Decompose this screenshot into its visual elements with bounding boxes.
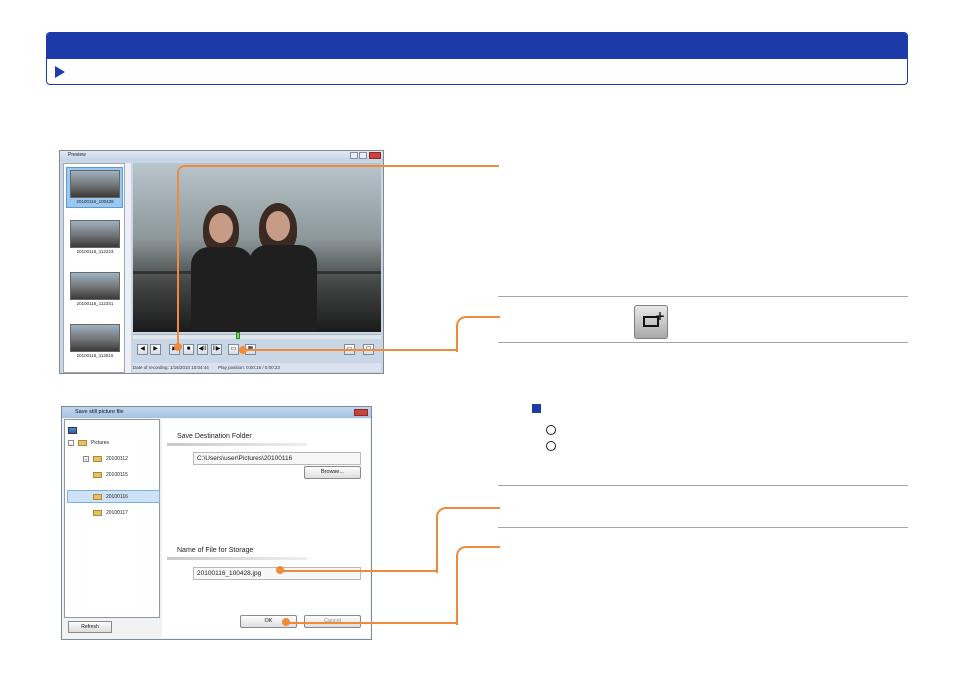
collapse-icon[interactable]: -	[68, 440, 74, 446]
thumbnail-image[interactable]	[70, 272, 120, 300]
save-still-dialog: Save still picture file - Pictures + 201…	[61, 406, 372, 640]
refresh-button[interactable]: Refresh	[68, 621, 112, 633]
callout-line-ok	[286, 622, 456, 625]
thumbnail-scrollbar[interactable]	[125, 163, 131, 373]
thumbnail-caption: 20100116_112515	[76, 353, 114, 358]
section-divider	[498, 342, 908, 343]
folder-icon	[93, 509, 102, 516]
folder-icon	[93, 493, 102, 500]
status-bar: Date of recording: 1/16/2010 10:04:44 Pl…	[133, 363, 381, 372]
folder-icon	[93, 471, 102, 478]
folder-tree: - Pictures + 20100112 20100115 20100116 …	[64, 419, 160, 618]
callout-line-capture	[242, 349, 456, 352]
callout-dot	[282, 618, 290, 626]
next-button[interactable]: ▶	[150, 344, 161, 355]
close-button[interactable]	[369, 152, 381, 159]
callout-line-play	[177, 165, 499, 348]
play-triangle-icon	[55, 66, 65, 78]
group-divider	[167, 557, 307, 560]
tree-item-pictures[interactable]: Pictures	[78, 438, 109, 448]
preview-title-bar: Preview	[60, 151, 383, 161]
bullet-square-icon	[532, 404, 541, 413]
thumbnail-image[interactable]	[70, 170, 120, 198]
play-position: Play position: 0:00:16 / 0:00:23	[218, 365, 280, 370]
save-dialog-title: Save still picture file	[75, 409, 124, 415]
callout-dot	[174, 343, 182, 351]
maximize-button[interactable]	[359, 152, 367, 159]
group-divider	[167, 443, 307, 446]
thumbnail-image[interactable]	[70, 220, 120, 248]
thumbnail-list: 20100116_100428 20100116_112223 20100116…	[63, 163, 125, 373]
filename-label: Name of File for Storage	[177, 547, 254, 554]
close-button[interactable]	[354, 409, 368, 416]
header-banner	[46, 32, 908, 85]
tree-item-folder-selected[interactable]: 20100116	[93, 492, 128, 502]
section-divider	[498, 527, 908, 528]
save-dialog-title-bar: Save still picture file	[62, 407, 371, 418]
section-divider	[498, 485, 908, 486]
save-options-pane: Save Destination Folder C:\Users\user\Pi…	[162, 419, 370, 638]
thumbnail-caption: 20100116_112341	[76, 301, 114, 306]
minimize-button[interactable]	[350, 152, 358, 159]
recording-date: Date of recording: 1/16/2010 10:04:44	[133, 365, 209, 370]
capture-still-icon: +	[634, 305, 668, 339]
folder-icon	[93, 455, 102, 462]
bullet-circle-icon	[546, 441, 556, 451]
callout-line-ok	[456, 546, 500, 625]
preview-window-title: Preview	[68, 152, 86, 158]
callout-dot	[276, 566, 284, 574]
callout-line-capture	[456, 316, 500, 352]
section-divider	[498, 296, 908, 297]
tree-item-folder[interactable]: 20100117	[93, 508, 128, 518]
tree-item-folder[interactable]: 20100115	[93, 470, 128, 480]
destination-label: Save Destination Folder	[177, 433, 252, 440]
expand-icon[interactable]: +	[83, 456, 89, 462]
previous-button[interactable]: ◀	[137, 344, 148, 355]
banner-title-bar	[47, 33, 907, 59]
bullet-circle-icon	[546, 425, 556, 435]
callout-line-filename	[280, 570, 436, 573]
folder-icon	[78, 439, 87, 446]
thumbnail-caption: 20100116_112223	[76, 249, 114, 254]
thumbnail-image[interactable]	[70, 324, 120, 352]
plus-glyph: +	[655, 309, 666, 323]
browse-button[interactable]: Browse...	[304, 466, 361, 479]
thumbnail-caption: 20100116_100428	[76, 199, 114, 204]
tree-item-folder[interactable]: 20100112	[93, 454, 128, 464]
destination-path-field[interactable]: C:\Users\user\Pictures\20100116	[193, 452, 361, 465]
callout-dot	[239, 346, 247, 354]
computer-icon	[68, 427, 77, 434]
